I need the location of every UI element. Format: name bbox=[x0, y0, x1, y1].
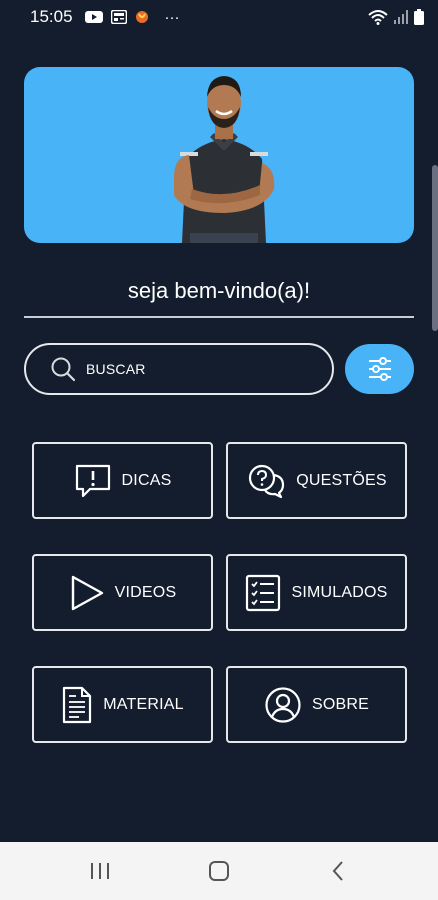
search-input[interactable]: BUSCAR bbox=[24, 343, 334, 395]
status-time: 15:05 bbox=[30, 7, 73, 26]
simulados-label: SIMULADOS bbox=[291, 583, 388, 601]
simulados-button[interactable]: SIMULADOS bbox=[226, 554, 407, 631]
material-button[interactable]: MATERIAL bbox=[32, 666, 213, 743]
news-icon bbox=[110, 10, 127, 24]
filter-button[interactable] bbox=[345, 344, 414, 394]
document-icon bbox=[61, 686, 93, 724]
divider bbox=[24, 316, 414, 318]
sliders-icon bbox=[367, 356, 393, 382]
material-label: MATERIAL bbox=[103, 695, 184, 713]
home-icon[interactable] bbox=[189, 851, 249, 891]
scrollbar[interactable] bbox=[432, 165, 438, 331]
wifi-icon bbox=[368, 9, 388, 25]
hero-banner bbox=[24, 67, 414, 243]
search-placeholder: BUSCAR bbox=[86, 361, 146, 377]
user-circle-icon bbox=[264, 686, 302, 724]
videos-button[interactable]: VIDEOS bbox=[32, 554, 213, 631]
sobre-button[interactable]: SOBRE bbox=[226, 666, 407, 743]
signal-icon bbox=[394, 10, 408, 24]
alert-message-icon bbox=[74, 463, 112, 499]
dicas-label: DICAS bbox=[121, 471, 172, 489]
recent-apps-icon[interactable] bbox=[70, 851, 130, 891]
welcome-title: seja bem-vindo(a)! bbox=[127, 278, 311, 303]
instructor-photo bbox=[174, 76, 275, 243]
youtube-icon bbox=[84, 10, 103, 24]
app-icon bbox=[135, 9, 149, 25]
questoes-label: QUESTÕES bbox=[296, 471, 387, 489]
battery-icon bbox=[414, 9, 424, 25]
videos-label: VIDEOS bbox=[114, 583, 177, 601]
search-icon bbox=[50, 356, 76, 382]
play-icon bbox=[69, 574, 105, 612]
dicas-button[interactable]: DICAS bbox=[32, 442, 213, 519]
sobre-label: SOBRE bbox=[311, 695, 369, 713]
navigation-bar bbox=[0, 842, 438, 900]
questoes-button[interactable]: QUESTÕES bbox=[226, 442, 407, 519]
back-icon[interactable] bbox=[308, 851, 368, 891]
status-bar: 15:05 ··· bbox=[0, 0, 438, 34]
checklist-icon bbox=[245, 574, 281, 612]
question-chat-icon bbox=[246, 463, 286, 499]
more-icon: ··· bbox=[164, 8, 180, 26]
